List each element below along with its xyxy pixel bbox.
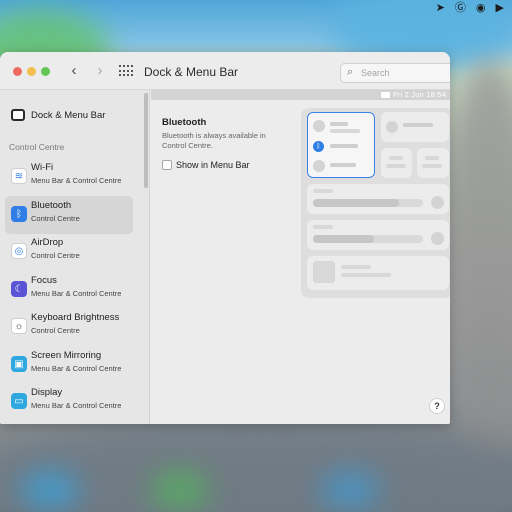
sidebar-item-title: Screen Mirroring [31, 350, 102, 361]
sidebar-item-title: Bluetooth [31, 200, 72, 211]
zoom-button[interactable] [41, 67, 50, 76]
location-icon[interactable]: ➤ [436, 1, 445, 15]
sidebar-item-dock-menu-bar[interactable]: Dock & Menu Bar [5, 102, 138, 128]
sound-slider-tile [307, 220, 449, 250]
sidebar-item-wifi[interactable]: ≋ Wi-Fi Menu Bar & Control Centre [5, 158, 133, 196]
sidebar-item-airdrop[interactable]: ◎ AirDrop Control Centre [5, 233, 133, 271]
sidebar-item-keyboard-brightness[interactable]: ☼ Keyboard Brightness Control Centre [5, 308, 133, 346]
small-tile-b [417, 148, 449, 178]
help-button[interactable]: ? [429, 398, 445, 414]
sidebar-item-title: AirDrop [31, 237, 64, 248]
settings-window: ‹ › Dock & Menu Bar ⌕ Dock & Menu Bar Co… [0, 52, 450, 424]
sidebar-item-focus[interactable]: ☾ Focus Menu Bar & Control Centre [5, 271, 133, 309]
search-field[interactable]: ⌕ [340, 63, 450, 83]
display-slider-tile [307, 184, 449, 214]
section-description: Bluetooth is always available in Control… [162, 131, 266, 150]
bluetooth-icon: ᛒ [313, 141, 324, 152]
now-playing-tile [307, 256, 449, 290]
sidebar-item-label: Dock & Menu Bar [31, 109, 106, 121]
preview-clock: Fri 2 Jun 18:54 [392, 90, 446, 99]
minimize-button[interactable] [27, 67, 36, 76]
g-icon[interactable]: Ⓖ [455, 1, 466, 15]
wifi-icon: ≋ [11, 168, 27, 184]
section-title: Bluetooth [162, 117, 207, 128]
connectivity-tile: ᛒ [307, 112, 375, 178]
sidebar: Dock & Menu Bar Control Centre ≋ Wi-Fi M… [0, 90, 150, 424]
sidebar-item-title: Wi-Fi [31, 162, 54, 173]
system-menubar-icons: ➤ Ⓖ ◉ ▶ [436, 0, 504, 16]
sidebar-item-subtitle: Control Centre [31, 326, 80, 335]
sidebar-item-subtitle: Menu Bar & Control Centre [31, 364, 122, 373]
sidebar-item-bluetooth[interactable]: ᛒ Bluetooth Control Centre [5, 196, 133, 234]
sidebar-item-subtitle: Menu Bar & Control Centre [31, 401, 122, 410]
sidebar-item-display[interactable]: ▭ Display Menu Bar & Control Centre [5, 383, 133, 421]
search-input[interactable] [361, 66, 450, 80]
show-all-grid-icon[interactable] [119, 65, 133, 77]
bluetooth-icon: ᛒ [11, 206, 27, 222]
dock-icon [11, 109, 25, 121]
sidebar-item-subtitle: Menu Bar & Control Centre [31, 289, 122, 298]
search-icon: ⌕ [347, 66, 354, 78]
control-centre-preview: ᛒ [301, 108, 450, 298]
show-in-menu-bar-row[interactable]: Show in Menu Bar [162, 160, 250, 170]
airdrop-status-icon[interactable]: ◉ [476, 1, 486, 15]
sidebar-item-title: Keyboard Brightness [31, 312, 120, 323]
sidebar-item-subtitle: Control Centre [31, 251, 80, 260]
small-tile-a [381, 148, 412, 178]
sidebar-item-title: Focus [31, 275, 57, 286]
show-in-menu-bar-checkbox[interactable] [162, 160, 172, 170]
screen-mirroring-icon: ▣ [11, 356, 27, 372]
back-button[interactable]: ‹ [66, 62, 82, 79]
forward-button[interactable]: › [92, 62, 108, 79]
display-icon: ▭ [11, 393, 27, 409]
sidebar-scrollbar[interactable] [144, 93, 148, 188]
section-label: Control Centre [9, 142, 65, 152]
focus-tile [381, 112, 449, 142]
screen-icon [381, 92, 390, 98]
window-title: Dock & Menu Bar [144, 65, 239, 79]
main-pane: Fri 2 Jun 18:54 Bluetooth Bluetooth is a… [151, 90, 450, 424]
moon-icon: ☾ [11, 281, 27, 297]
sidebar-item-title: Display [31, 387, 63, 398]
keyboard-brightness-icon: ☼ [11, 318, 27, 334]
play-icon[interactable]: ▶ [496, 1, 504, 15]
airdrop-icon: ◎ [11, 243, 27, 259]
menubar-preview: Fri 2 Jun 18:54 [151, 90, 450, 100]
close-button[interactable] [13, 67, 22, 76]
sidebar-item-subtitle: Menu Bar & Control Centre [31, 176, 122, 185]
titlebar: ‹ › Dock & Menu Bar ⌕ [0, 52, 450, 90]
checkbox-label: Show in Menu Bar [176, 160, 250, 170]
sidebar-item-subtitle: Control Centre [31, 214, 80, 223]
sidebar-item-screen-mirroring[interactable]: ▣ Screen Mirroring Menu Bar & Control Ce… [5, 346, 133, 384]
